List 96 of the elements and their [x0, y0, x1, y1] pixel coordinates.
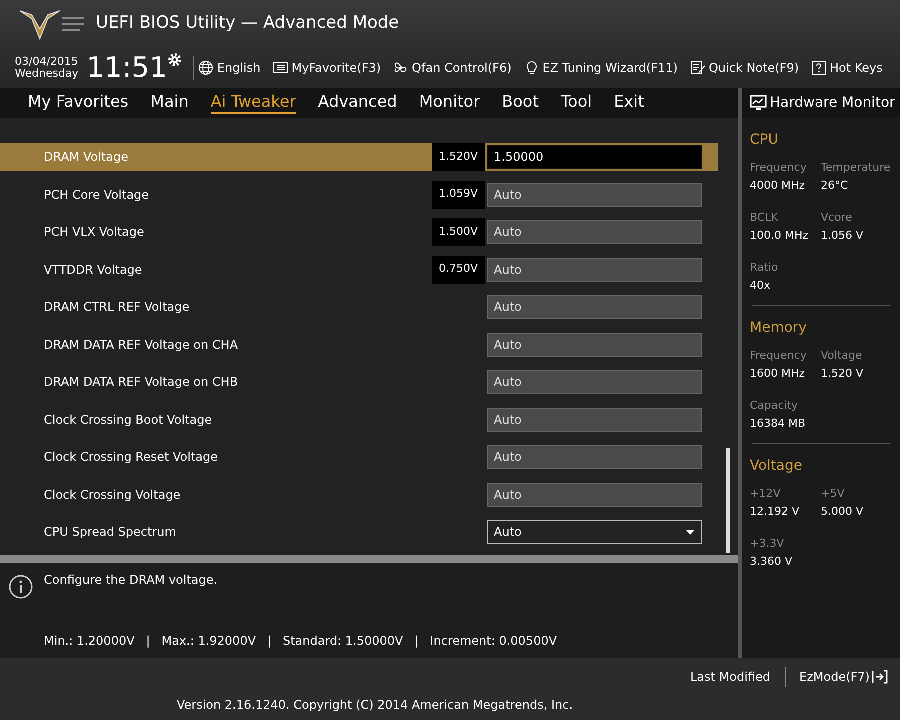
- setting-label: PCH Core Voltage: [43, 186, 150, 204]
- setting-row[interactable]: DRAM DATA REF Voltage on CHA Auto: [0, 330, 718, 358]
- menu-tab[interactable]: Exit: [614, 92, 644, 114]
- monitor-value: 5.000 V: [821, 504, 865, 520]
- value-field[interactable]: Auto: [487, 482, 702, 506]
- section-title: Voltage: [750, 457, 804, 476]
- setting-label: Clock Crossing Boot Voltage: [43, 412, 214, 428]
- voltage-reading: 1.520V: [432, 143, 485, 171]
- monitor-value: 1600 MHz: [750, 366, 806, 382]
- monitor-value: 3.360 V: [750, 554, 794, 570]
- setting-label: Clock Crossing Voltage: [43, 486, 182, 504]
- monitor-value: 16384 MB: [750, 416, 807, 432]
- value-field[interactable]: Auto: [487, 258, 702, 282]
- monitor-value: 100.0 MHz: [750, 228, 810, 244]
- monitor-label: +3.3V: [750, 536, 786, 552]
- monitor-label: Vcore: [821, 210, 854, 226]
- range-text: Min.: 1.20000V | Max.: 1.92000V | Standard: 1.50000V | Increment: 0.00500V: [44, 633, 558, 650]
- monitor-icon: [750, 95, 767, 111]
- menu-tab[interactable]: My Favorites: [28, 92, 129, 114]
- toolbar-button[interactable]: MyFavorite(F3): [272, 59, 382, 77]
- value-field[interactable]: Auto: [487, 220, 702, 244]
- setting-label: DRAM DATA REF Voltage on CHA: [43, 336, 240, 354]
- setting-label: CPU Spread Spectrum: [43, 524, 178, 541]
- menu-tab[interactable]: Ai Tweaker: [210, 92, 296, 114]
- setting-row[interactable]: Clock Crossing Reset Voltage Auto: [0, 443, 718, 471]
- monitor-value: 12.192 V: [750, 504, 801, 520]
- setting-row[interactable]: PCH VLX Voltage 1.500V Auto: [0, 218, 718, 246]
- value-field[interactable]: Auto: [487, 295, 702, 319]
- voltage-reading: 0.750V: [432, 256, 485, 284]
- window-title: UEFI BIOS Utility — Advanced Mode: [96, 12, 400, 36]
- setting-row[interactable]: VTTDDR Voltage 0.750V Auto: [0, 256, 718, 284]
- toolbar-button[interactable]: Quick Note(F9): [690, 59, 800, 77]
- menu-tab[interactable]: Tool: [560, 92, 592, 114]
- setting-label: PCH VLX Voltage: [43, 224, 146, 241]
- settings-icon[interactable]: [167, 52, 184, 68]
- exit-arrow-icon: [872, 670, 888, 684]
- monitor-label: +5V: [821, 486, 846, 502]
- help-icon: [811, 60, 828, 76]
- monitor-value: 26°C: [821, 178, 850, 194]
- help-text: Configure the DRAM voltage.: [44, 572, 219, 589]
- monitor-label: Capacity: [750, 398, 800, 414]
- value-field[interactable]: Auto: [487, 408, 702, 432]
- setting-row[interactable]: PCH Core Voltage 1.059V Auto: [0, 180, 718, 208]
- scrollbar-drawing[interactable]: [726, 448, 730, 553]
- setting-label: DRAM Voltage: [43, 149, 130, 166]
- monitor-value: 40x: [750, 278, 772, 294]
- value-field[interactable]: Auto: [487, 370, 702, 394]
- last-modified-button[interactable]: Last Modified: [690, 668, 771, 686]
- weekday-text: Wednesday: [15, 68, 79, 80]
- menu-tab[interactable]: Monitor: [419, 92, 480, 114]
- ezmode-button[interactable]: EzMode(F7): [800, 668, 888, 686]
- setting-label: DRAM DATA REF Voltage on CHB: [43, 374, 240, 391]
- menu-tab[interactable]: Boot: [502, 92, 539, 114]
- list-window-icon: [272, 60, 289, 76]
- toolbar-button[interactable]: Hot Keys: [811, 59, 883, 77]
- monitor-label: Temperature: [821, 160, 892, 176]
- value-field[interactable]: Auto: [487, 182, 702, 206]
- monitor-label: Frequency: [750, 348, 808, 364]
- setting-row[interactable]: DRAM Voltage 1.520V 1.50000: [0, 143, 718, 171]
- value-field[interactable]: Auto: [487, 332, 702, 356]
- menu-tab[interactable]: Main: [150, 92, 189, 114]
- section-title: CPU: [750, 131, 780, 150]
- setting-label: Clock Crossing Reset Voltage: [43, 449, 220, 466]
- monitor-value: 4000 MHz: [750, 178, 806, 194]
- setting-row[interactable]: Clock Crossing Voltage Auto: [0, 480, 718, 508]
- monitor-label: Frequency: [750, 160, 808, 176]
- version-text: Version 2.16.1240. Copyright (C) 2014 American Megatrends, Inc.: [176, 697, 574, 714]
- setting-row[interactable]: DRAM CTRL REF Voltage Auto: [0, 293, 718, 321]
- monitor-value: 1.056 V: [821, 228, 865, 244]
- setting-row[interactable]: DRAM DATA REF Voltage on CHB Auto: [0, 368, 718, 396]
- value-field[interactable]: Auto: [487, 445, 702, 469]
- date-text: 03/04/2015: [15, 56, 79, 68]
- clock-time: 11:51: [86, 50, 168, 86]
- value-field[interactable]: 1.50000: [487, 145, 702, 169]
- note-pencil-icon: [690, 60, 706, 76]
- setting-label: VTTDDR Voltage: [43, 262, 144, 278]
- globe-icon: [198, 60, 214, 76]
- caret-icon: [686, 530, 695, 534]
- toolbar-button[interactable]: English: [198, 59, 261, 77]
- setting-row[interactable]: Clock Crossing Boot Voltage Auto: [0, 406, 718, 434]
- toolbar-button[interactable]: EZ Tuning Wizard(F11): [524, 59, 678, 77]
- hardware-monitor-title: Hardware Monitor: [770, 94, 896, 112]
- monitor-value: 1.520 V: [821, 366, 865, 382]
- voltage-reading: 1.059V: [432, 180, 485, 208]
- info-icon: [9, 575, 33, 599]
- section-title: Memory: [750, 319, 808, 338]
- monitor-label: Voltage: [821, 348, 864, 364]
- menu-tab[interactable]: Advanced: [318, 92, 398, 114]
- value-dropdown[interactable]: Auto: [487, 520, 702, 544]
- setting-label: DRAM CTRL REF Voltage: [43, 299, 191, 316]
- monitor-label: Ratio: [750, 260, 780, 276]
- setting-row[interactable]: CPU Spread Spectrum Auto: [0, 518, 718, 546]
- toolbar-button[interactable]: Qfan Control(F6): [393, 59, 512, 77]
- monitor-label: BCLK: [750, 210, 780, 226]
- monitor-label: +12V: [750, 486, 782, 502]
- voltage-reading: 1.500V: [432, 218, 485, 246]
